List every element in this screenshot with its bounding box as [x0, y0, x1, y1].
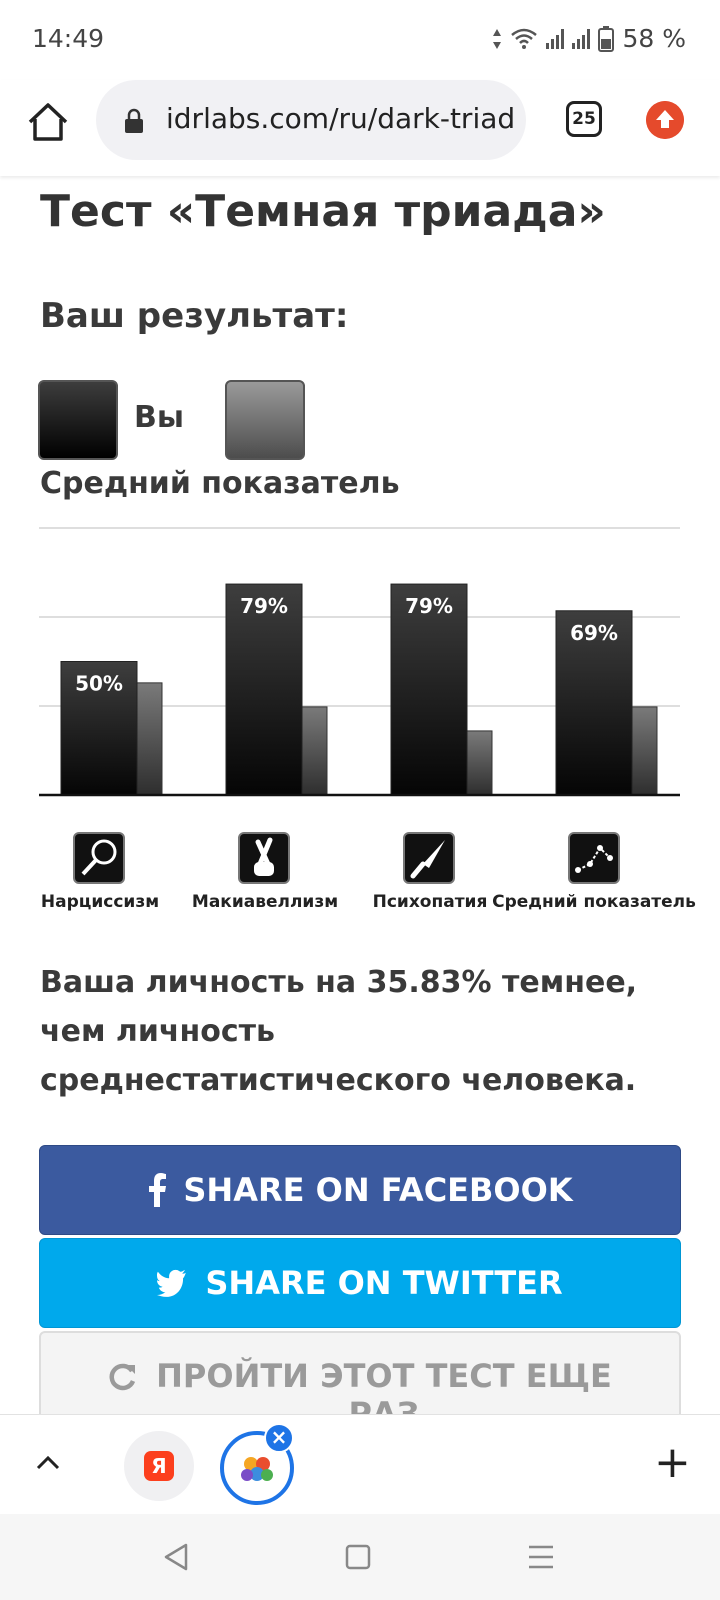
dark-triad-bar-chart: 50% 79% 79% 69% [39, 527, 680, 797]
legend-label-you: Вы [134, 400, 184, 435]
menu-lines-icon[interactable] [527, 1544, 555, 1570]
legend-swatch-you [38, 380, 118, 460]
bar-average-3 [631, 706, 658, 796]
system-navigation-bar [0, 1514, 720, 1600]
twitter-icon [157, 1269, 187, 1297]
battery-icon [598, 25, 615, 52]
yandex-logo-icon: Я [144, 1451, 174, 1481]
home-square-icon[interactable] [345, 1544, 371, 1570]
constellation-icon [568, 832, 620, 884]
legend-label-average: Средний показатель [40, 466, 400, 501]
category-label-average: Средний показатель [492, 892, 696, 912]
data-label-you-3: 69% [570, 621, 618, 645]
url-text: idrlabs.com/ru/dark-triad [166, 102, 516, 135]
bar-average-1 [301, 706, 328, 796]
result-summary: Ваша личность на 35.83% темнее, чем личн… [40, 965, 638, 1098]
tabs-counter-button[interactable]: 25 [566, 101, 602, 137]
data-label-you-2: 79% [405, 594, 453, 618]
crossed-fingers-icon [238, 832, 290, 884]
bar-average-2 [466, 730, 493, 796]
url-field[interactable]: idrlabs.com/ru/dark-triad [96, 80, 526, 160]
data-arrows-icon [493, 28, 502, 49]
yandex-button[interactable]: Я [124, 1431, 194, 1501]
bar-average-0 [136, 682, 163, 796]
signal-2-icon [572, 28, 591, 49]
status-bar: 14:49 58 % [0, 0, 720, 80]
wifi-icon [511, 28, 538, 49]
share-twitter-button[interactable]: SHARE ON TWITTER [39, 1238, 681, 1328]
status-icons: 58 % [492, 24, 686, 53]
chevron-up-icon[interactable] [34, 1449, 62, 1477]
facebook-icon [149, 1173, 167, 1207]
data-label-you-0: 50% [75, 672, 123, 696]
update-arrow-icon[interactable] [646, 101, 684, 139]
refresh-icon [109, 1363, 136, 1391]
close-icon[interactable]: × [264, 1423, 294, 1453]
back-triangle-icon[interactable] [162, 1542, 190, 1572]
category-label-psychopathy: Психопатия [372, 892, 488, 912]
home-icon[interactable] [26, 100, 70, 144]
lock-icon [125, 108, 143, 133]
browser-address-bar: idrlabs.com/ru/dark-triad 25 [0, 80, 720, 176]
result-heading: Ваш результат: [40, 296, 349, 336]
knife-icon [403, 832, 455, 884]
new-tab-plus-icon[interactable]: + [654, 1441, 691, 1485]
category-label-narcissism: Нарциссизм [40, 892, 160, 912]
share-twitter-label: SHARE ON TWITTER [205, 1264, 563, 1302]
share-facebook-button[interactable]: SHARE ON FACEBOOK [39, 1145, 681, 1235]
page-title: Тест «Темная триада» [40, 186, 606, 237]
data-label-you-1: 79% [240, 594, 288, 618]
mirror-icon [73, 832, 125, 884]
category-label-machiavellianism: Макиавеллизм [191, 892, 339, 912]
clock: 14:49 [32, 24, 105, 53]
legend-swatch-average [225, 380, 305, 460]
battery-percent: 58 % [622, 24, 686, 53]
share-facebook-label: SHARE ON FACEBOOK [183, 1171, 573, 1209]
browser-bottom-toolbar: Я × + [0, 1414, 720, 1514]
signal-icon [546, 28, 565, 49]
